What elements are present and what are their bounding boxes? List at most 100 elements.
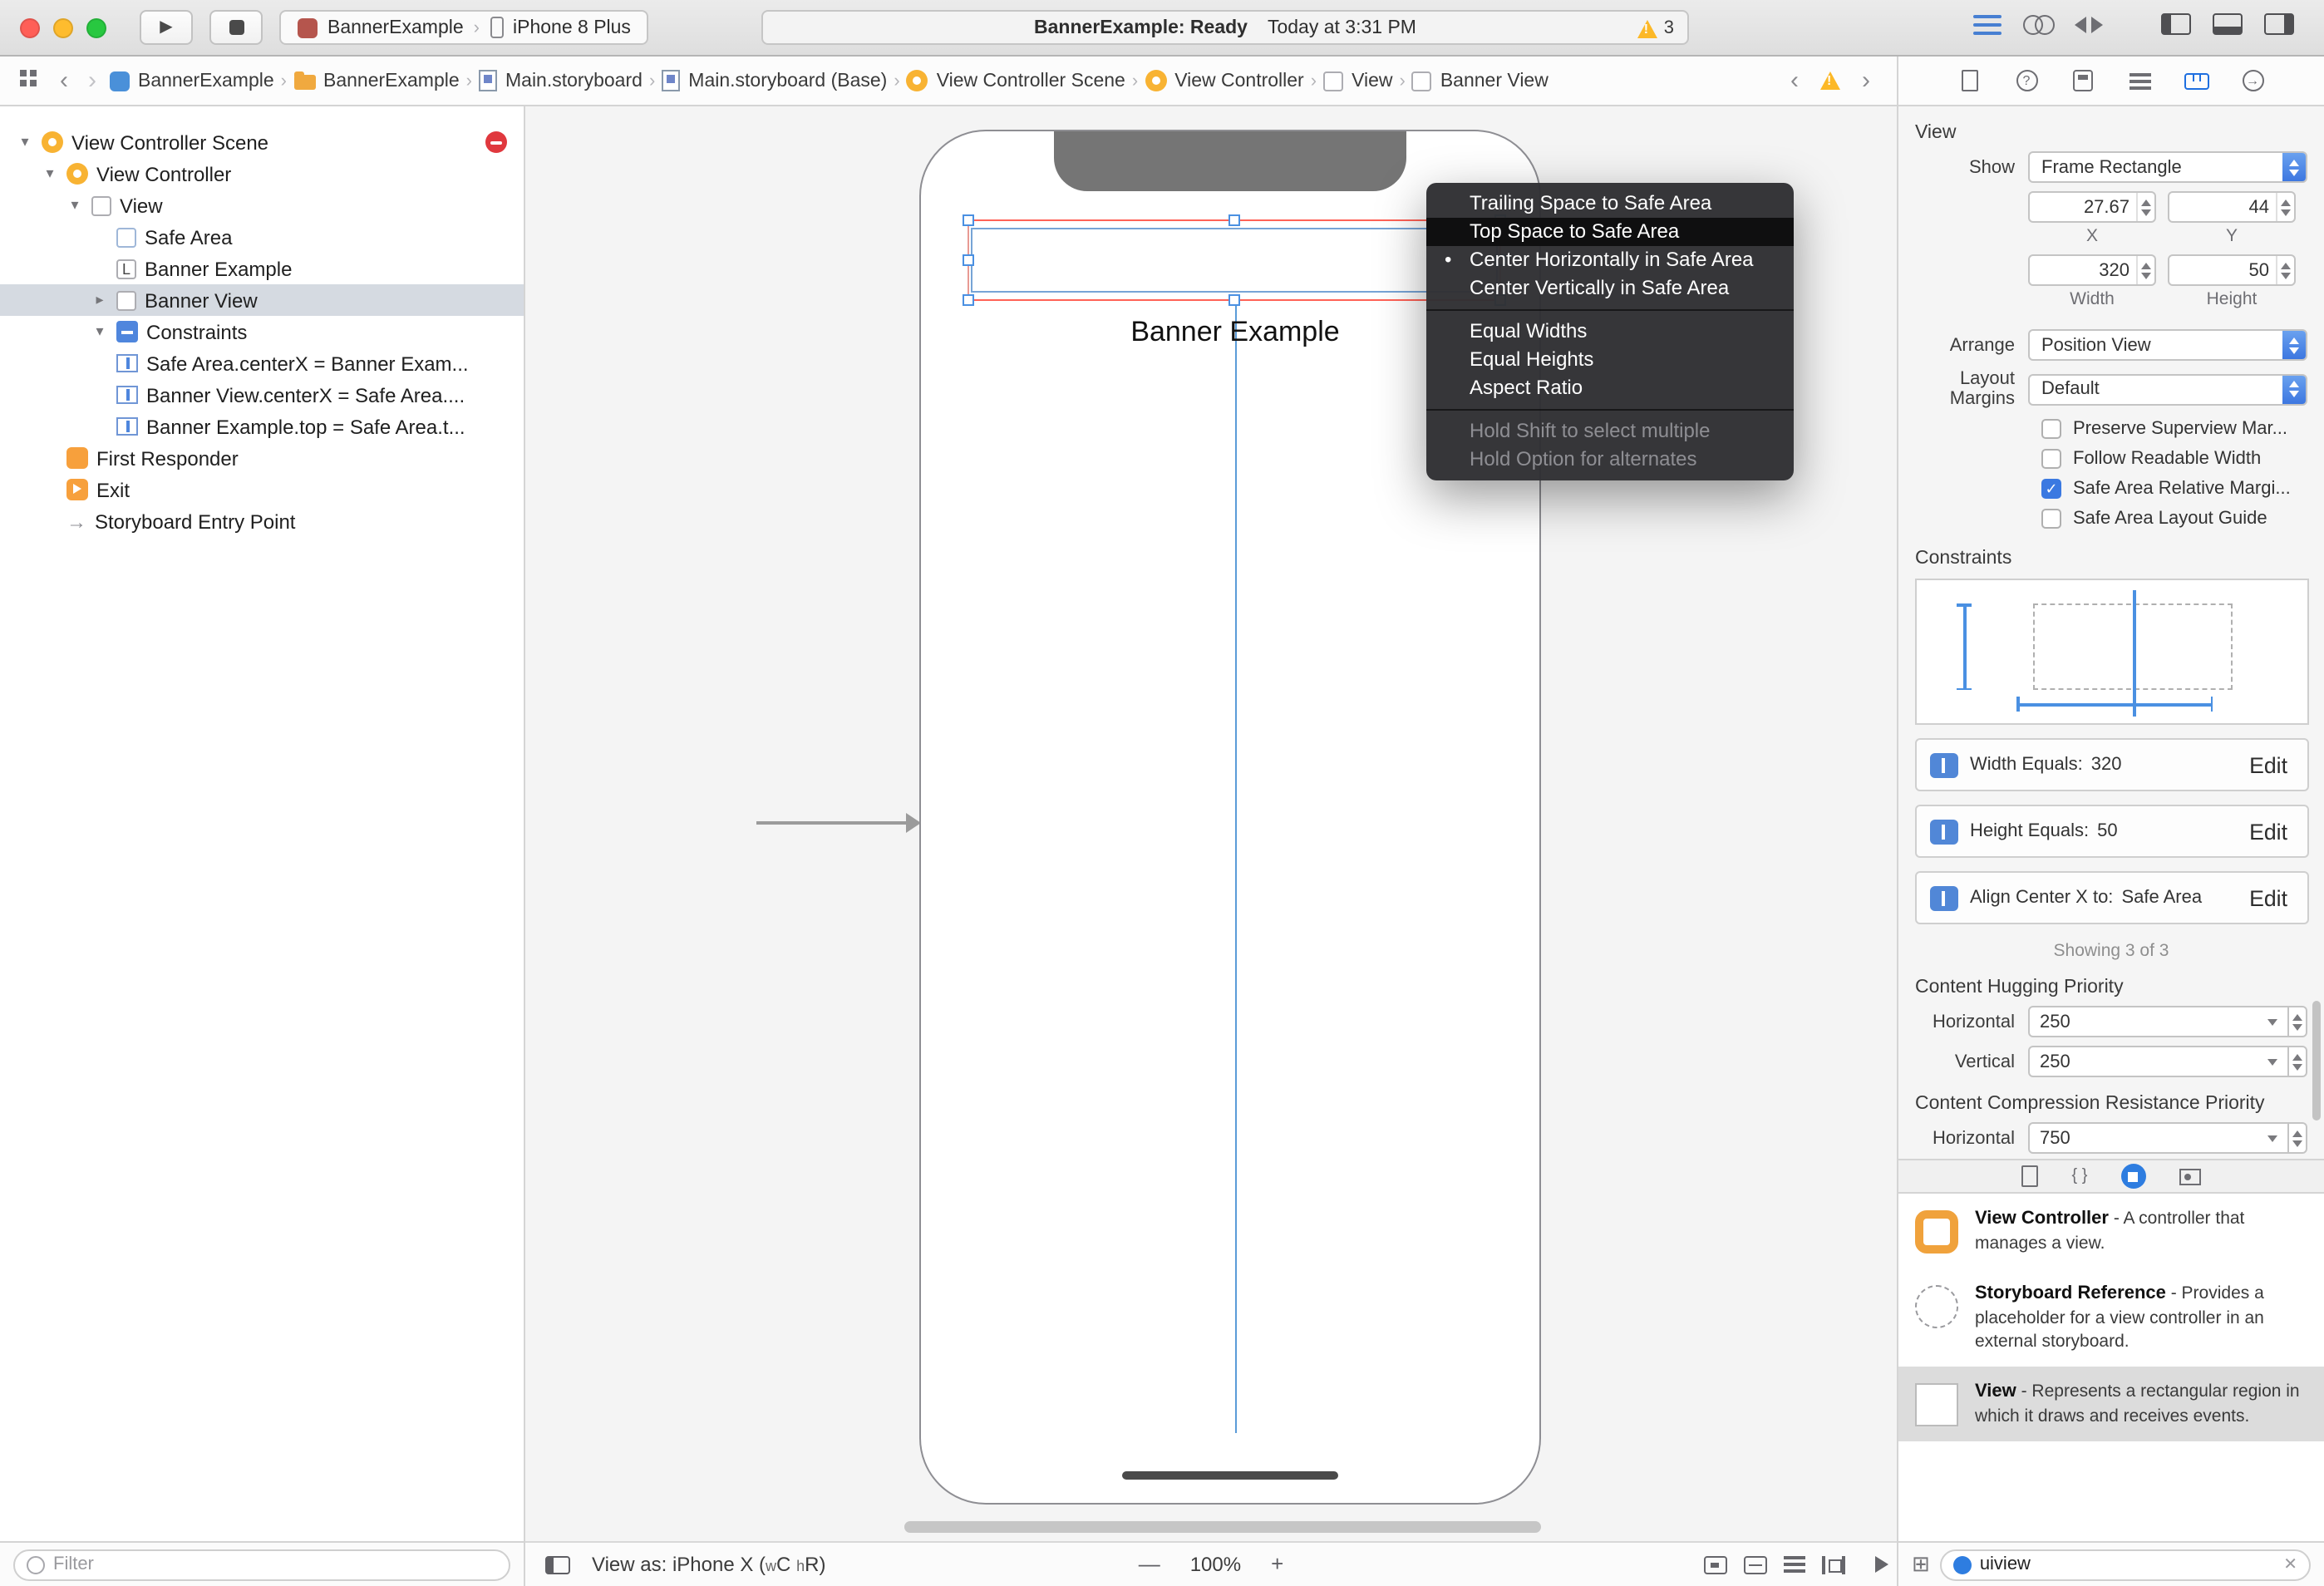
constraint-card-height[interactable]: Height Equals: 50 Edit xyxy=(1915,805,2309,858)
minimize-window-button[interactable] xyxy=(53,18,73,38)
arrange-popup[interactable]: Position View xyxy=(2028,329,2307,361)
menu-item-equal-widths[interactable]: Equal Widths xyxy=(1426,318,1794,346)
toggle-debug-area-button[interactable] xyxy=(2213,13,2243,35)
diagram-centerx-line[interactable] xyxy=(2133,590,2135,717)
selection-handle[interactable] xyxy=(1228,294,1239,306)
stop-button[interactable] xyxy=(209,10,263,45)
breadcrumb-group[interactable]: BannerExample xyxy=(293,71,460,91)
outline-row-scene[interactable]: ▾ View Controller Scene xyxy=(0,126,524,158)
hugging-horizontal-field[interactable]: 250 xyxy=(2028,1006,2307,1037)
menu-item-top-space[interactable]: Top Space to Safe Area xyxy=(1426,218,1794,246)
diagram-width-bar[interactable] xyxy=(2016,698,2213,710)
height-field[interactable]: 50 xyxy=(2168,254,2296,286)
diagram-top-space-bar[interactable] xyxy=(1958,603,1970,690)
outline-filter-input[interactable] xyxy=(53,1554,497,1574)
x-field[interactable]: 27.67 xyxy=(2028,191,2156,223)
library-item-view-controller[interactable]: View Controller - A controller that mana… xyxy=(1898,1194,2324,1268)
layout-margins-popup[interactable]: Default xyxy=(2028,373,2307,405)
outline-row-constraint-3[interactable]: Banner Example.top = Safe Area.t... xyxy=(0,411,524,442)
connections-inspector-tab[interactable]: → xyxy=(2238,67,2267,94)
toggle-navigator-button[interactable] xyxy=(2161,13,2191,35)
hugging-vertical-field[interactable]: 250 xyxy=(2028,1046,2307,1077)
scheme-selector[interactable]: BannerExample › iPhone 8 Plus xyxy=(279,10,649,45)
embed-in-stack-icon[interactable] xyxy=(1744,1555,1767,1574)
menu-item-equal-heights[interactable]: Equal Heights xyxy=(1426,346,1794,374)
breadcrumb-project[interactable]: BannerExample xyxy=(110,71,274,91)
zoom-in-button[interactable]: + xyxy=(1271,1551,1283,1576)
menu-item-center-horizontally[interactable]: • Center Horizontally in Safe Area xyxy=(1426,246,1794,274)
compression-horizontal-stepper[interactable] xyxy=(2289,1122,2307,1154)
library-filter-input[interactable] xyxy=(1979,1554,2276,1574)
outline-row-view-controller[interactable]: ▾ View Controller xyxy=(0,158,524,190)
disclosure-open-icon[interactable]: ▾ xyxy=(17,133,33,151)
related-items-icon[interactable] xyxy=(20,69,27,76)
menu-item-center-vertically[interactable]: Center Vertically in Safe Area xyxy=(1426,274,1794,303)
hugging-vertical-stepper[interactable] xyxy=(2289,1046,2307,1077)
outline-row-banner-example[interactable]: L Banner Example xyxy=(0,253,524,284)
disclosure-closed-icon[interactable]: ▸ xyxy=(91,291,108,309)
toggle-document-outline-icon[interactable] xyxy=(545,1556,570,1574)
horizontal-scrollbar[interactable] xyxy=(904,1521,1541,1533)
identity-inspector-tab[interactable] xyxy=(2068,67,2098,94)
outline-row-constraint-2[interactable]: Banner View.centerX = Safe Area.... xyxy=(0,379,524,411)
breadcrumb-storyboard[interactable]: Main.storyboard xyxy=(479,70,643,91)
outline-row-banner-view[interactable]: ▸ Banner View xyxy=(0,284,524,316)
run-button[interactable]: ▶ xyxy=(140,10,193,45)
back-button[interactable]: ‹ xyxy=(50,66,78,95)
width-stepper[interactable] xyxy=(2136,256,2154,284)
outline-row-constraints[interactable]: ▾ Constraints xyxy=(0,316,524,347)
update-frames-icon[interactable] xyxy=(1704,1555,1727,1574)
toggle-inspector-button[interactable] xyxy=(2264,13,2294,35)
breadcrumb-view[interactable]: View xyxy=(1323,71,1393,91)
forward-button[interactable]: › xyxy=(78,66,106,95)
object-library-tab[interactable] xyxy=(2120,1164,2146,1189)
y-stepper[interactable] xyxy=(2276,193,2294,221)
show-popup[interactable]: Frame Rectangle xyxy=(2028,151,2307,183)
attributes-inspector-tab[interactable] xyxy=(2125,67,2154,94)
selection-handle[interactable] xyxy=(963,254,974,265)
size-inspector-tab[interactable] xyxy=(2181,67,2211,94)
breadcrumb-banner-view[interactable]: Banner View xyxy=(1411,71,1549,91)
width-field[interactable]: 320 xyxy=(2028,254,2156,286)
pin-constraints-icon[interactable] xyxy=(1822,1555,1845,1574)
banner-example-label[interactable]: Banner Example xyxy=(969,316,1501,349)
edit-constraint-button[interactable]: Edit xyxy=(2243,882,2294,914)
constraint-card-width[interactable]: Width Equals: 320 Edit xyxy=(1915,738,2309,791)
file-template-library-tab[interactable] xyxy=(2021,1165,2039,1187)
outline-row-view[interactable]: ▾ View xyxy=(0,190,524,221)
y-field[interactable]: 44 xyxy=(2168,191,2296,223)
media-library-tab[interactable] xyxy=(2179,1168,2201,1185)
checkbox-icon[interactable] xyxy=(2041,509,2061,529)
outline-row-safe-area[interactable]: Safe Area xyxy=(0,221,524,253)
resolve-issues-icon[interactable] xyxy=(1862,1554,1888,1574)
menu-item-aspect-ratio[interactable]: Aspect Ratio xyxy=(1426,374,1794,402)
zoom-window-button[interactable] xyxy=(86,18,106,38)
checkbox-preserve-superview[interactable]: Preserve Superview Mar... xyxy=(2041,419,2307,439)
banner-view-selection[interactable] xyxy=(963,214,1506,306)
checkbox-checked-icon[interactable]: ✓ xyxy=(2041,479,2061,499)
code-snippet-library-tab[interactable]: { } xyxy=(2072,1167,2088,1185)
align-icon[interactable] xyxy=(1784,1556,1805,1559)
previous-issue-button[interactable]: ‹ xyxy=(1780,66,1809,95)
assistant-editor-button[interactable] xyxy=(2023,14,2055,34)
disclosure-open-icon[interactable]: ▾ xyxy=(91,323,108,341)
quick-help-inspector-tab[interactable]: ? xyxy=(2011,67,2041,94)
checkbox-safe-area-layout-guide[interactable]: Safe Area Layout Guide xyxy=(2041,509,2307,529)
library-filter-field[interactable]: ✕ xyxy=(1939,1549,2311,1580)
disclosure-open-icon[interactable]: ▾ xyxy=(66,196,83,214)
menu-item-trailing-space[interactable]: Trailing Space to Safe Area xyxy=(1426,190,1794,218)
view-as-control[interactable]: View as: iPhone X (wC hR) xyxy=(592,1553,825,1576)
library-item-view[interactable]: View - Represents a rectangular region i… xyxy=(1898,1367,2324,1442)
warning-counter[interactable]: ! 3 xyxy=(1637,18,1674,38)
compression-horizontal-field[interactable]: 750 xyxy=(2028,1122,2307,1154)
breadcrumb-scene[interactable]: View Controller Scene xyxy=(906,70,1125,91)
standard-editor-button[interactable] xyxy=(1973,14,2001,34)
edit-constraint-button[interactable]: Edit xyxy=(2243,749,2294,781)
selection-handle[interactable] xyxy=(1228,214,1239,226)
disclosure-open-icon[interactable]: ▾ xyxy=(42,165,58,183)
close-window-button[interactable] xyxy=(20,18,40,38)
breadcrumb-view-controller[interactable]: View Controller xyxy=(1145,70,1304,91)
banner-view[interactable] xyxy=(971,228,1498,293)
library-item-storyboard-reference[interactable]: Storyboard Reference - Provides a placeh… xyxy=(1898,1268,2324,1367)
zoom-out-button[interactable]: — xyxy=(1139,1551,1160,1576)
